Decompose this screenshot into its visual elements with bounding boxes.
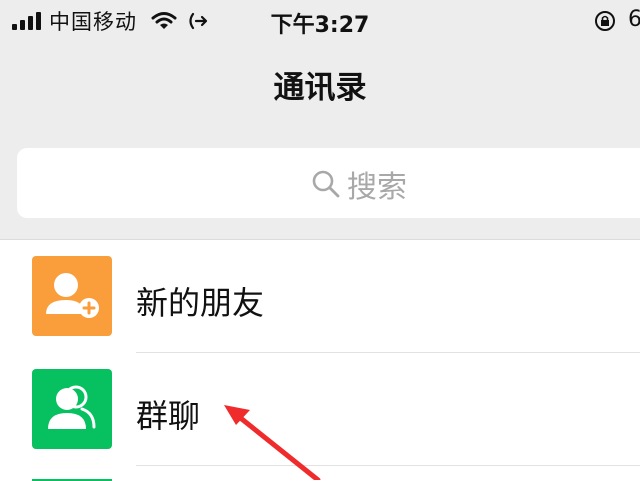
rotation-lock-icon (595, 11, 615, 31)
add-friend-icon (32, 256, 112, 336)
list-item-group-chat[interactable]: 群聊 (0, 353, 640, 465)
group-chat-icon (32, 369, 112, 449)
search-icon (312, 170, 340, 198)
contacts-menu-list: 新的朋友 群聊 (0, 239, 640, 481)
group-chat-label: 群聊 (136, 397, 201, 435)
search-placeholder: 搜索 (311, 162, 407, 206)
status-time: 下午3:27 (270, 13, 370, 38)
search-label: 搜索 (347, 170, 407, 205)
battery-indicator: 6 (628, 7, 640, 32)
row-divider (136, 465, 640, 466)
new-friends-label: 新的朋友 (136, 284, 265, 322)
list-item-new-friends[interactable]: 新的朋友 (0, 240, 640, 352)
page-title: 通讯录 (273, 70, 367, 106)
search-bar[interactable]: 搜索 (17, 148, 640, 218)
status-bar: 中国移动 下午3:27 6 (0, 0, 640, 42)
